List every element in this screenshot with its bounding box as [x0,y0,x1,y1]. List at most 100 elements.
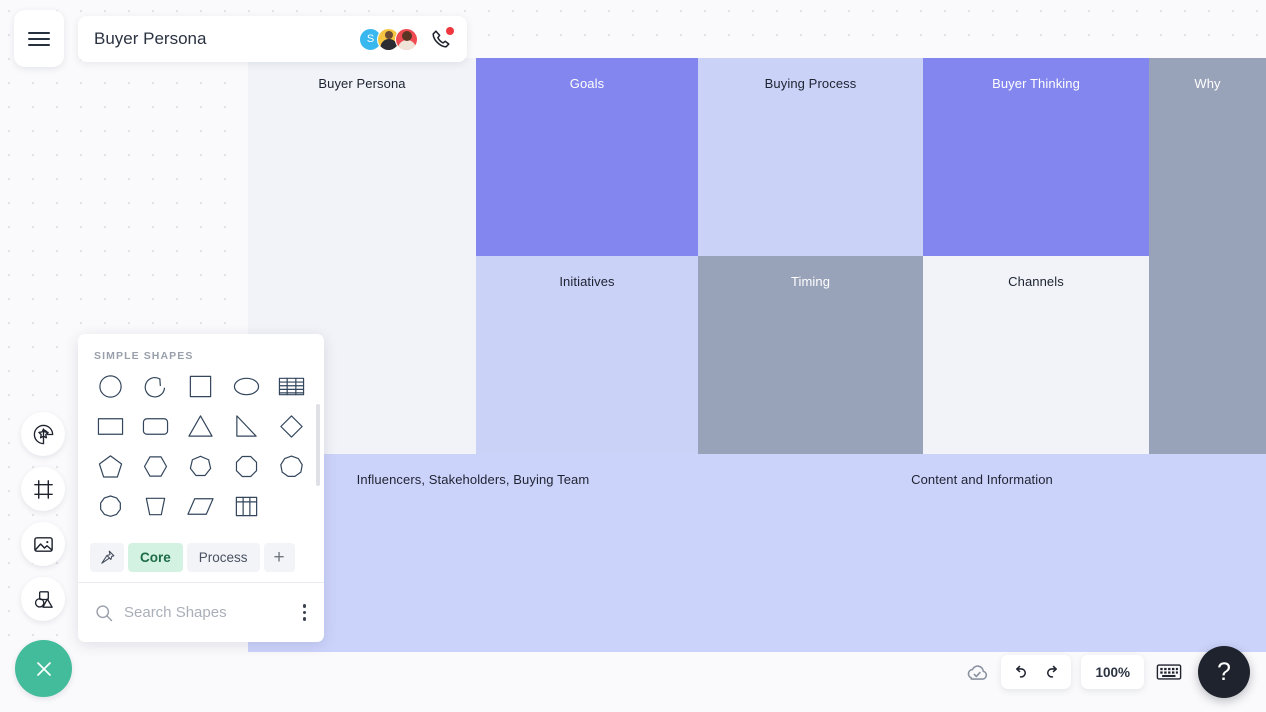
zoom-level[interactable]: 100% [1081,655,1144,689]
board-block[interactable]: Buying Process [698,58,923,256]
board-block[interactable]: Initiatives [476,256,698,454]
shapes-scroll-area[interactable] [78,370,324,537]
document-titlebar: Buyer Persona S [78,16,467,62]
shape-item-circle[interactable] [88,372,133,401]
shape-item-trapezoid[interactable] [133,492,178,521]
board-block[interactable]: Buyer Thinking [923,58,1149,256]
search-icon [96,604,113,621]
board-block[interactable]: Why [1149,58,1266,256]
board-block-label: Buyer Persona [318,76,406,91]
redo-button[interactable] [1039,659,1065,685]
shape-item-pentagon[interactable] [88,452,133,481]
board-block-label: Initiatives [559,274,615,289]
rectangle-shape-icon [97,418,124,435]
shapes-grid [78,372,324,521]
board-block-label: Content and Information [911,472,1053,487]
trapezoid-shape-icon [146,497,166,516]
keyboard-icon [1156,664,1182,680]
keyboard-shortcuts-button[interactable] [1154,657,1184,687]
arc-shape-icon [144,377,166,398]
shape-item-square[interactable] [178,372,223,401]
hexagon-shape-icon [144,456,168,477]
board-block-label: Channels [1008,274,1064,289]
tab-core[interactable]: Core [128,543,183,572]
shape-panel-more-button[interactable] [297,600,313,625]
heptagon-shape-icon [190,455,212,477]
sidebar-item-stickers[interactable] [21,412,65,456]
sidebar-item-frames[interactable] [21,467,65,511]
shape-item-parallelogram[interactable] [178,492,223,521]
sidebar-item-images[interactable] [21,522,65,566]
board-block[interactable]: Goals [476,58,698,256]
shape-item-right-triangle[interactable] [224,412,269,441]
shapes-panel: SIMPLE SHAPES Core Process + Search Shap… [78,334,324,642]
tab-process[interactable]: Process [186,543,260,572]
board-block-label: Buyer Thinking [992,76,1080,91]
triangle-shape-icon [188,415,214,437]
shape-item-hexagon[interactable] [133,452,178,481]
shape-library-tabs: Core Process + [78,537,324,582]
close-icon [36,661,51,676]
shape-item-diamond[interactable] [269,412,314,441]
octagon-shape-icon [235,455,257,478]
status-toolbar: 100% ? [963,646,1250,698]
ellipse-shape-icon [233,377,259,396]
pentagon-shape-icon [98,455,123,478]
circle-shape-icon [99,375,122,398]
shape-item-rounded-rectangle[interactable] [133,412,178,441]
shape-item-ellipse[interactable] [224,372,269,401]
help-button[interactable]: ? [1198,646,1250,698]
search-input[interactable]: Search Shapes [124,604,297,621]
close-panel-button[interactable] [15,640,72,697]
shape-item-list[interactable] [269,372,314,401]
right-triangle-shape-icon [235,415,257,437]
shape-item-rectangle[interactable] [88,412,133,441]
diamond-shape-icon [280,415,303,438]
shape-item-nonagon[interactable] [269,452,314,481]
rounded-rectangle-shape-icon [143,418,169,435]
shape-item-heptagon[interactable] [178,452,223,481]
sidebar-item-shapes[interactable] [21,577,65,621]
board-block[interactable]: Content and Information [698,454,1266,652]
list-shape-icon [278,377,305,396]
shapes-section-title: SIMPLE SHAPES [94,350,194,362]
shape-item-table[interactable] [224,492,269,521]
hamburger-icon [28,28,50,50]
board-block[interactable]: Channels [923,256,1149,454]
page-title[interactable]: Buyer Persona [94,29,359,49]
shape-item-octagon[interactable] [224,452,269,481]
shape-item-decagon[interactable] [88,492,133,521]
board-block-label: Timing [790,274,831,289]
board-block[interactable] [1149,256,1266,454]
undo-button[interactable] [1007,659,1033,685]
shape-item-arc[interactable] [133,372,178,401]
parallelogram-shape-icon [187,498,215,515]
shape-search-row: Search Shapes [78,582,324,642]
board-block[interactable]: Timing [698,256,923,454]
board-block-label: Goals [569,76,605,91]
tab-pinned[interactable] [90,543,124,572]
avatar[interactable] [395,27,418,51]
undo-redo-group [1001,655,1072,689]
app-root: Buyer Persona Goals Buying Process Buyer Th… [0,0,1266,712]
tool-rail [21,412,65,621]
sticker-icon [33,424,53,444]
undo-icon [1015,665,1026,678]
shapes-icon [34,590,53,608]
save-status-button[interactable] [963,658,991,686]
image-icon [33,536,53,552]
square-shape-icon [190,375,212,398]
collaborator-avatars: S [359,27,418,51]
cloud-check-icon [968,665,988,680]
table-shape-icon [235,496,257,517]
board-block-label: Buying Process [764,76,857,91]
add-library-button[interactable]: + [263,543,295,572]
shapes-scrollbar[interactable] [316,404,320,486]
hamburger-menu-button[interactable] [14,10,64,67]
shape-item-triangle[interactable] [178,412,223,441]
redo-icon [1046,665,1057,678]
call-button[interactable] [429,27,454,51]
nonagon-shape-icon [280,455,303,477]
board-block-label: Why [1194,76,1221,91]
pin-icon [100,550,114,564]
